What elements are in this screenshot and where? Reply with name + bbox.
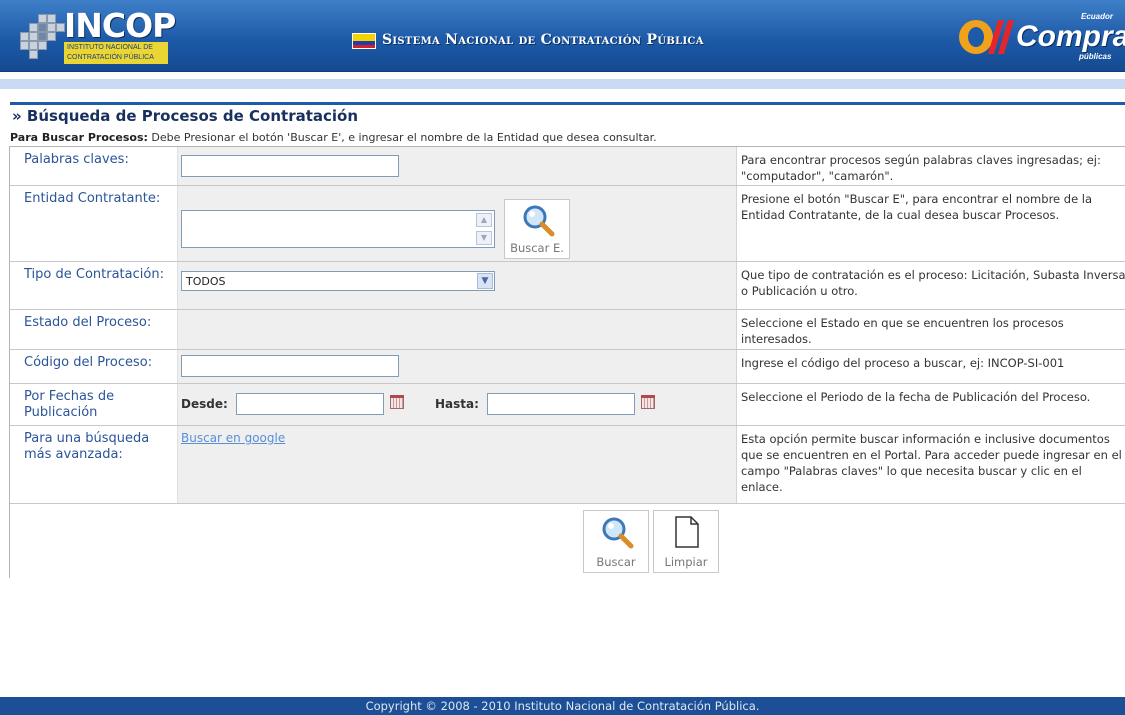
keywords-help: Para encontrar procesos según palabras c… [736, 147, 1125, 185]
keywords-input[interactable] [181, 155, 399, 177]
ecuador-flag-icon [352, 33, 376, 49]
site-header: INCOP INSTITUTO NACIONAL DE CONTRATACIÓN… [0, 0, 1125, 72]
chevron-down-icon[interactable]: ▼ [477, 273, 493, 289]
compras-logo-text: Compras [1016, 20, 1125, 53]
keywords-label: Palabras claves: [10, 147, 178, 185]
status-input-cell [178, 310, 736, 349]
advanced-input-cell: Buscar en google [178, 426, 736, 503]
scroll-up-arrow-icon[interactable]: ▲ [476, 213, 492, 227]
advanced-help: Esta opción permite buscar información e… [736, 426, 1125, 503]
from-date-input[interactable] [236, 393, 384, 415]
type-row: Tipo de Contratación: TODOS ▼ Que tipo d… [10, 262, 1125, 310]
code-input-cell [178, 350, 736, 383]
compras-publicas-logo[interactable]: Ecuador Compras públicas [956, 12, 1125, 62]
search-instructions: Para Buscar Procesos: Debe Presionar el … [10, 131, 657, 144]
incop-logo[interactable]: INCOP INSTITUTO NACIONAL DE CONTRATACIÓN… [20, 8, 176, 66]
footer-copyright: Copyright © 2008 - 2010 Instituto Nacion… [0, 697, 1125, 715]
from-date-label: Desde: [181, 397, 228, 411]
magnifier-icon [602, 517, 634, 549]
advanced-label: Para una búsqueda más avanzada: [10, 426, 178, 503]
incop-logo-subtitle: INSTITUTO NACIONAL DE CONTRATACIÓN PÚBLI… [64, 42, 168, 64]
page-title: » Búsqueda de Procesos de Contratación [12, 107, 359, 125]
entity-help: Presione el botón "Buscar E", para encon… [736, 186, 1125, 261]
actions-row: Buscar Limpiar [10, 504, 1125, 578]
type-select-value: TODOS [186, 275, 226, 288]
advanced-row: Para una búsqueda más avanzada: Buscar e… [10, 426, 1125, 504]
search-entity-button-label: Buscar E. [510, 241, 564, 255]
blank-document-icon [675, 516, 699, 548]
system-title: Sistema Nacional de Contratación Pública [382, 32, 704, 48]
code-input[interactable] [181, 355, 399, 377]
status-label: Estado del Proceso: [10, 310, 178, 349]
status-row: Estado del Proceso: Seleccione el Estado… [10, 310, 1125, 350]
instructions-text: Debe Presionar el botón 'Buscar E', e in… [147, 131, 657, 144]
keywords-input-cell [178, 147, 736, 185]
search-entity-button[interactable]: Buscar E. [504, 199, 570, 259]
entity-row: Entidad Contratante: ▲ ▼ Buscar E. Presi… [10, 186, 1125, 262]
type-input-cell: TODOS ▼ [178, 262, 736, 309]
type-help: Que tipo de contratación es el proceso: … [736, 262, 1125, 309]
status-help: Seleccione el Estado en que se encuentre… [736, 310, 1125, 349]
calendar-icon[interactable] [390, 395, 404, 409]
type-label: Tipo de Contratación: [10, 262, 178, 309]
clear-button-label: Limpiar [664, 555, 708, 569]
scroll-down-arrow-icon[interactable]: ▼ [476, 231, 492, 245]
code-help: Ingrese el código del proceso a buscar, … [736, 350, 1125, 383]
dates-label: Por Fechas de Publicación [10, 384, 178, 425]
search-button[interactable]: Buscar [583, 510, 649, 573]
dates-input-cell: Desde: Hasta: [178, 384, 736, 425]
header-subbar [0, 79, 1125, 89]
keywords-row: Palabras claves: Para encontrar procesos… [10, 147, 1125, 186]
entity-label: Entidad Contratante: [10, 186, 178, 261]
clear-button[interactable]: Limpiar [653, 510, 719, 573]
code-row: Código del Proceso: Ingrese el código de… [10, 350, 1125, 384]
google-search-link[interactable]: Buscar en google [181, 431, 285, 445]
type-select[interactable]: TODOS ▼ [181, 271, 495, 291]
compras-logo-subtitle: públicas [1079, 52, 1112, 61]
search-form: Palabras claves: Para encontrar procesos… [9, 146, 1125, 578]
calendar-icon[interactable] [641, 395, 655, 409]
entity-textarea[interactable]: ▲ ▼ [181, 210, 495, 248]
magnifier-icon [523, 205, 555, 237]
search-button-label: Buscar [596, 555, 636, 569]
incop-logo-mosaic-icon [20, 14, 66, 60]
content-divider [10, 102, 1125, 105]
code-label: Código del Proceso: [10, 350, 178, 383]
entity-input-cell: ▲ ▼ Buscar E. [178, 186, 736, 261]
dates-help: Seleccione el Periodo de la fecha de Pub… [736, 384, 1125, 425]
instructions-label: Para Buscar Procesos: [10, 131, 148, 144]
compras-slashes-icon [959, 20, 1014, 54]
to-date-input[interactable] [487, 393, 635, 415]
to-date-label: Hasta: [435, 397, 479, 411]
incop-logo-text: INCOP [64, 6, 176, 45]
dates-row: Por Fechas de Publicación Desde: Hasta: … [10, 384, 1125, 426]
